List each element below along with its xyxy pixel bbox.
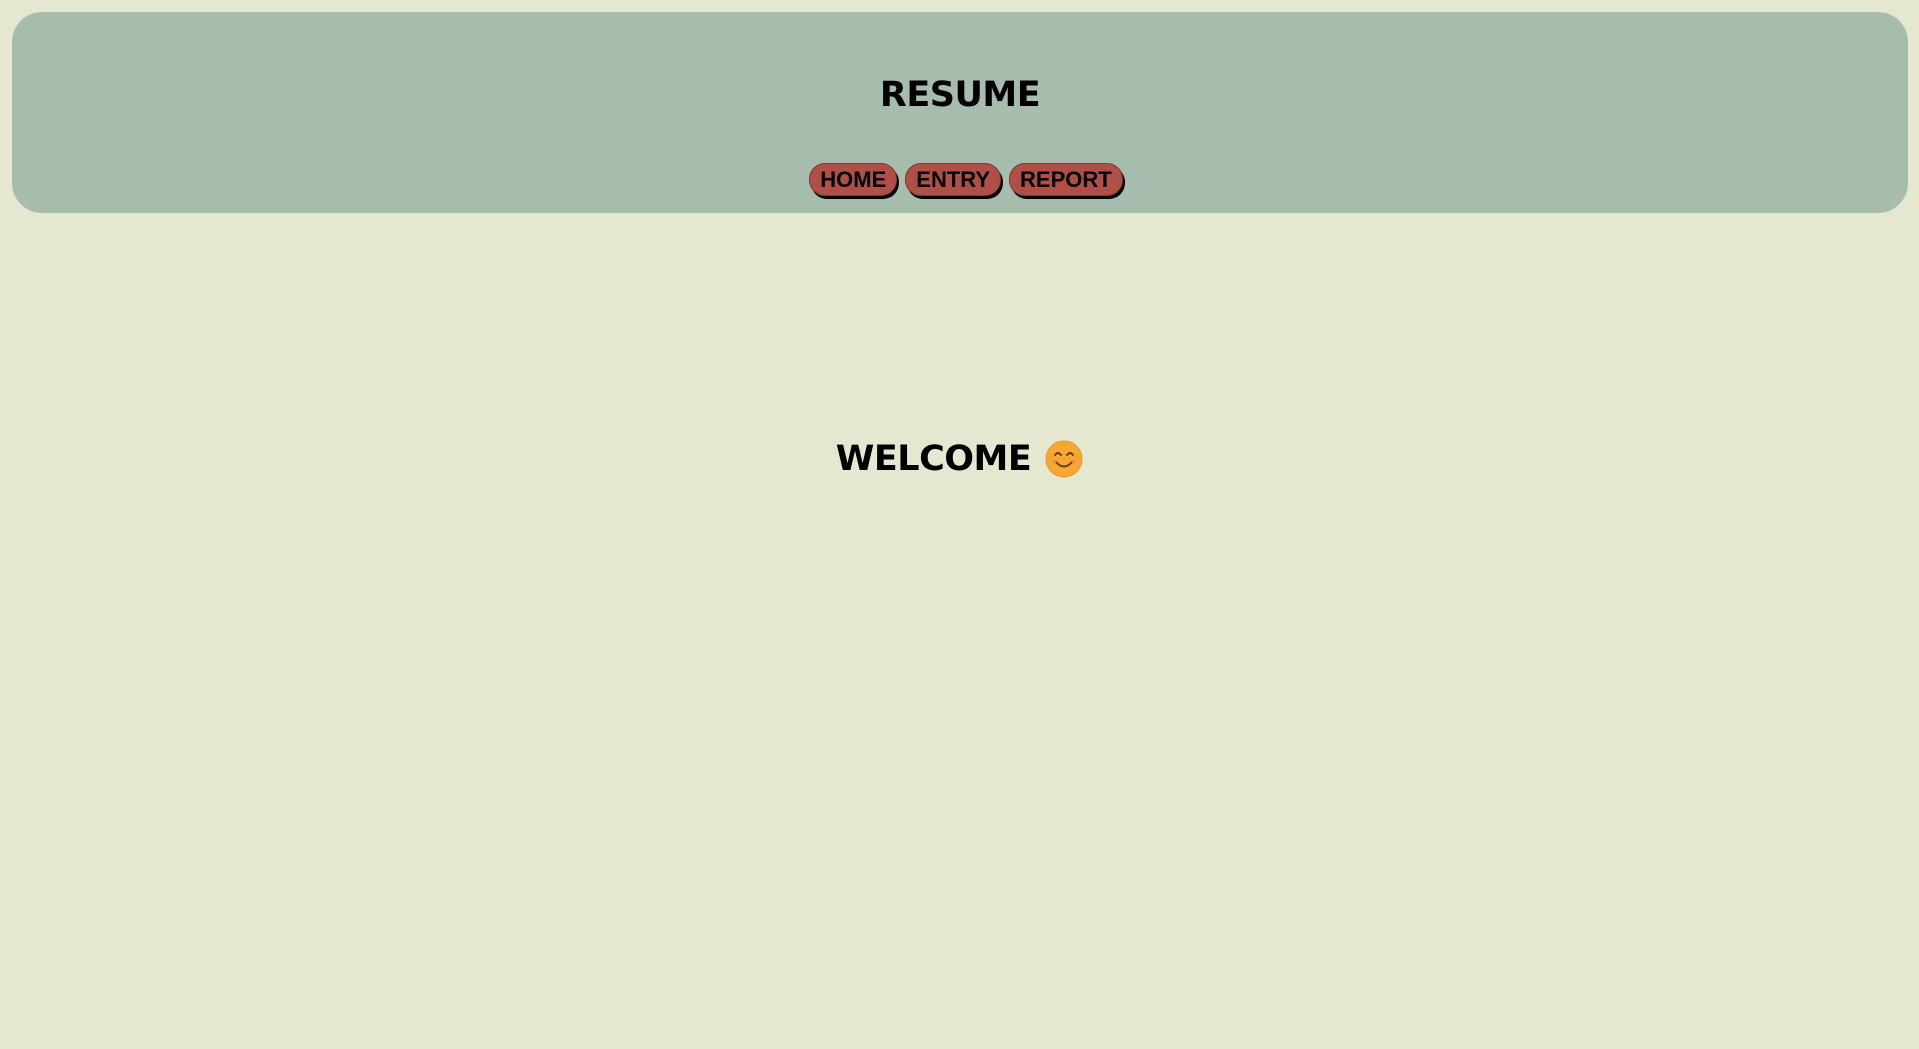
main-nav: HOME ENTRY REPORT [12,163,1908,196]
main-content: WELCOME [0,432,1919,486]
site-header: RESUME HOME ENTRY REPORT [12,12,1908,213]
welcome-heading: WELCOME [836,432,1084,486]
site-title: RESUME [879,75,1041,115]
nav-home-button[interactable]: HOME [809,163,898,196]
smiling-face-icon [1045,440,1083,478]
nav-report-button[interactable]: REPORT [1009,163,1123,196]
welcome-text: WELCOME [835,439,1032,479]
nav-entry-button[interactable]: ENTRY [905,163,1002,196]
